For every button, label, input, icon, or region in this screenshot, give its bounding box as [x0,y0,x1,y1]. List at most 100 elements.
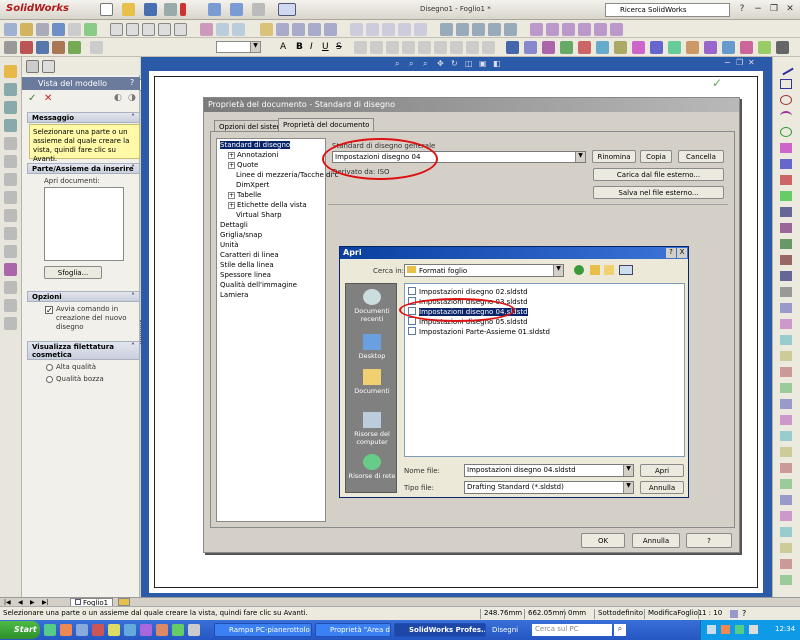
tree-item[interactable]: Spessore linea [220,271,271,279]
tree-item[interactable]: Standard di disegno [220,141,291,149]
quicklaunch-icon[interactable] [156,624,168,636]
tree-item[interactable]: Griglia/snap [220,231,262,239]
filename-field[interactable]: Impostazioni disegno 04.sldstd ▼ [464,464,634,477]
toolbar-icon[interactable] [200,23,213,36]
nav-first-icon[interactable]: |◀ [4,599,11,606]
add-sheet-icon[interactable] [118,598,130,606]
tree-item[interactable]: + Annotazioni [228,151,278,159]
toolbar-icon[interactable] [366,23,379,36]
quicklaunch-icon[interactable] [44,624,56,636]
tool-icon[interactable] [780,559,792,569]
toolbar-icon[interactable] [740,41,753,54]
quicklaunch-icon[interactable] [124,624,136,636]
status-scale[interactable]: 1 : 10 [698,609,728,619]
toolbar-icon[interactable] [542,41,555,54]
expand-icon[interactable]: + [228,192,235,199]
ok-check-icon[interactable]: ✓ [28,93,36,104]
tool-icon[interactable] [780,399,792,409]
toolbar-icon[interactable] [4,83,17,96]
tool-icon[interactable] [780,303,792,313]
tray-icon[interactable] [735,625,744,634]
place-computer[interactable]: Risorse del computer [346,412,398,446]
tree-item[interactable]: Caratteri di linea [220,251,279,259]
open-button[interactable]: Apri [640,464,684,477]
toolbar-icon[interactable] [456,23,469,36]
new-folder-icon[interactable] [604,265,614,275]
view-icon[interactable]: ◫ [465,59,473,68]
tool-icon[interactable] [780,239,792,249]
chevron-down-icon[interactable]: ▼ [623,482,633,493]
tab-document-properties[interactable]: Proprietà del documento [278,118,375,132]
toolbar-icon[interactable] [560,41,573,54]
up-folder-icon[interactable] [590,265,600,275]
toolbar-icon[interactable] [414,23,427,36]
print-icon[interactable] [164,3,177,16]
toolbar-icon[interactable] [472,23,485,36]
toolbar-icon[interactable] [686,41,699,54]
tool-icon[interactable] [780,127,792,137]
place-desktop[interactable]: Desktop [346,334,398,360]
toolbar-icon[interactable] [110,23,123,36]
place-documents[interactable]: Documenti [346,369,398,395]
toolbar-icon[interactable] [722,41,735,54]
toolbar-icon[interactable] [232,23,245,36]
start-command-checkbox[interactable]: ✓ [45,306,53,315]
cancel-button[interactable]: Annulla [632,533,680,548]
filetype-combo[interactable]: Drafting Standard (*.sldstd) ▼ [464,481,634,494]
toolbar-icon[interactable] [758,41,771,54]
open-cancel-button[interactable]: Annulla [640,481,684,494]
view-icon[interactable]: ▣ [479,59,487,68]
bold-icon[interactable]: B [296,42,303,52]
toolbar-icon[interactable] [4,245,17,258]
toolbar-icon[interactable] [776,41,789,54]
draft-quality-radio[interactable] [46,376,53,383]
toolbar-icon[interactable] [4,299,17,312]
place-network[interactable]: Risorse di rete [346,454,398,480]
open-folder-icon[interactable] [122,3,135,16]
tool-icon[interactable] [780,575,792,585]
options-icon[interactable] [278,3,296,16]
toolbar-icon[interactable] [418,41,431,54]
tool-icon[interactable] [780,367,792,377]
status-icon[interactable] [730,610,738,618]
open-close-button[interactable]: X [677,248,687,258]
toolbar-icon[interactable] [668,41,681,54]
undo-icon[interactable] [208,3,221,16]
tray-icon[interactable] [721,625,730,634]
toolbar-icon[interactable] [398,23,411,36]
toolbar-icon[interactable] [216,23,229,36]
toolbar-icon[interactable] [382,23,395,36]
toolbar-icon[interactable] [530,23,543,36]
toolbar-icon[interactable] [562,23,575,36]
tree-item[interactable]: Qualità dell'immagine [220,281,297,289]
tool-icon[interactable] [780,543,792,553]
tree-item[interactable]: + Tabelle [228,191,261,199]
toolbar-icon[interactable] [466,41,479,54]
align-right-icon[interactable] [386,41,399,54]
app-logo[interactable]: SolidWorks [6,3,69,14]
toolbar-icon[interactable] [546,23,559,36]
toolbar-icon[interactable] [610,23,623,36]
zoom-icon[interactable]: ⌕ [423,59,427,69]
save-icon[interactable] [144,3,157,16]
tree-item[interactable]: + Etichette della vista [228,201,307,209]
toolbar-icon[interactable] [4,263,17,276]
feature-tree-icon[interactable] [26,60,39,73]
ok-button[interactable]: OK [581,533,625,548]
tree-item[interactable]: Stile della linea [220,261,274,269]
toolbar-icon[interactable] [260,23,273,36]
toolbar-icon[interactable] [4,23,17,36]
thread-header[interactable]: Visualizza filettatura cosmetica ˄ [27,341,140,360]
toolbar-icon[interactable] [20,23,33,36]
task-rampa[interactable]: Rampa PC-pianerottolo [214,623,312,637]
message-header[interactable]: Messaggio ˄ [27,112,140,123]
align-left-icon[interactable] [354,41,367,54]
toolbar-icon[interactable] [292,23,305,36]
tool-icon[interactable] [780,319,792,329]
toolbar-icon[interactable] [68,23,81,36]
quicklaunch-icon[interactable] [172,624,184,636]
tool-icon[interactable] [780,463,792,473]
tree-item[interactable]: Linee di mezzeria/Tacche di c [236,171,339,179]
canvas-close-icon[interactable]: ✕ [748,58,755,67]
toolbar-icon[interactable] [52,41,65,54]
